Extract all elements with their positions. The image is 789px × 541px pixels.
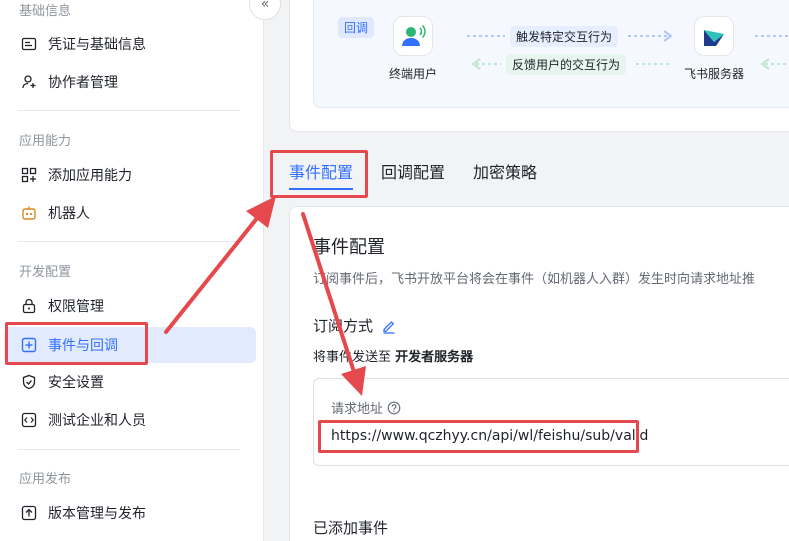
sidebar-item-label: 安全设置 [48,375,104,391]
tab-encryption-strategy[interactable]: 加密策略 [473,150,537,190]
sidebar-item-permissions[interactable]: 权限管理 [4,288,256,324]
double-chevron-left-icon: « [260,0,270,12]
request-url-box [313,378,789,466]
tab-callback-config[interactable]: 回调配置 [381,150,445,190]
sidebar-item-test-enterprise[interactable]: 测试企业和人员 [4,402,256,438]
apps-add-icon [20,166,38,184]
subscribe-method-title: 订阅方式 [313,317,374,335]
sidebar-item-label: 版本管理与发布 [48,506,146,522]
help-icon[interactable] [387,401,401,415]
section-title-capabilities: 应用能力 [19,134,72,149]
sidebar-divider [18,241,240,242]
sidebar-item-security[interactable]: 安全设置 [4,364,256,400]
end-user-label: 终端用户 [389,67,438,81]
subscribe-method-heading: 订阅方式 [313,315,397,336]
sidebar-item-label: 测试企业和人员 [48,413,146,429]
request-url-label: 请求地址 [331,402,384,417]
section-title-dev-config: 开发配置 [19,265,72,280]
added-events-title: 已添加事件 [313,519,389,537]
send-target-line: 将事件发送至 开发者服务器 [313,346,473,365]
sidebar-item-label: 权限管理 [48,299,104,315]
lock-icon [20,297,38,315]
user-add-icon [20,73,38,91]
feishu-server-icon [694,16,734,56]
sidebar-item-label: 添加应用能力 [48,168,132,184]
section-title-release: 应用发布 [19,472,72,487]
config-tabs: 事件配置 回调配置 加密策略 [289,150,565,190]
sidebar-divider [18,110,240,111]
tab-event-config[interactable]: 事件配置 [289,150,354,190]
callback-tag: 回调 [338,17,375,38]
shield-icon [20,373,38,391]
sidebar-item-robot[interactable]: 机器人 [4,195,256,231]
end-user-icon [393,16,433,56]
section-title-basic: 基础信息 [19,4,72,19]
sidebar: 基础信息 凭证与基础信息 协作者管理 应用能力 添加应用能力 机器人 开发配置 … [0,0,264,541]
sidebar-item-version-release[interactable]: 版本管理与发布 [4,495,256,531]
event-config-description: 订阅事件后，飞书开放平台将会在事件（如机器人入群）发生时向请求地址推 [313,272,756,287]
sidebar-item-label: 协作者管理 [48,75,118,91]
event-config-title: 事件配置 [313,237,385,258]
sidebar-item-label: 机器人 [48,206,90,222]
edit-icon[interactable] [381,318,397,334]
sidebar-item-credentials[interactable]: 凭证与基础信息 [4,26,256,62]
send-prefix: 将事件发送至 [313,350,392,365]
flow-forward-label: 触发特定交互行为 [510,26,619,47]
send-target: 开发者服务器 [395,350,474,365]
sidebar-item-add-capability[interactable]: 添加应用能力 [4,157,256,193]
robot-icon [20,204,38,222]
flow-back-label: 反馈用户的交互行为 [506,54,627,75]
sidebar-item-label: 事件与回调 [48,338,118,354]
upload-icon [20,504,38,522]
request-url-label-row: 请求地址 [331,398,401,417]
sidebar-item-collaborators[interactable]: 协作者管理 [4,64,256,100]
feishu-server-label: 飞书服务器 [684,67,745,81]
sidebar-item-events-callbacks[interactable]: 事件与回调 [4,327,256,363]
code-icon [20,411,38,429]
credential-icon [20,35,38,53]
event-icon [20,336,38,354]
sidebar-divider [18,449,240,450]
sidebar-item-label: 凭证与基础信息 [48,37,146,53]
request-url-value[interactable]: https://www.qczhyy.cn/api/wl/feishu/sub/… [331,428,648,444]
